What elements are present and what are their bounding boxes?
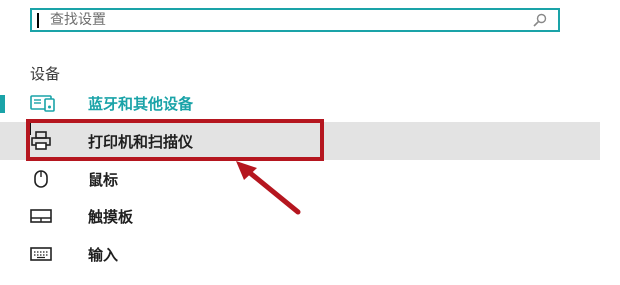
bluetooth-devices-icon (30, 95, 55, 112)
text-caret (37, 13, 39, 28)
search-icon[interactable] (532, 13, 548, 27)
focus-tick (28, 121, 31, 135)
keyboard-icon (30, 247, 52, 261)
nav-item-mouse[interactable]: 鼠标 (0, 161, 600, 197)
touchpad-icon (30, 209, 52, 223)
nav-item-printers-scanners[interactable]: 打印机和扫描仪 (0, 122, 600, 160)
mouse-icon (34, 170, 48, 188)
nav-item-label: 触摸板 (88, 207, 134, 226)
nav-item-touchpad[interactable]: 触摸板 (0, 198, 600, 234)
nav-item-label: 打印机和扫描仪 (88, 132, 194, 151)
nav-item-typing[interactable]: 输入 (0, 236, 600, 272)
section-title: 设备 (30, 65, 61, 83)
selection-indicator (0, 95, 5, 113)
printer-icon (31, 131, 51, 150)
search-input[interactable] (50, 11, 520, 29)
nav-item-label: 蓝牙和其他设备 (88, 94, 194, 113)
nav-item-label: 输入 (88, 245, 119, 264)
nav-item-label: 鼠标 (88, 170, 119, 189)
nav-item-bluetooth-devices[interactable]: 蓝牙和其他设备 (0, 85, 600, 121)
search-box[interactable] (30, 8, 560, 32)
